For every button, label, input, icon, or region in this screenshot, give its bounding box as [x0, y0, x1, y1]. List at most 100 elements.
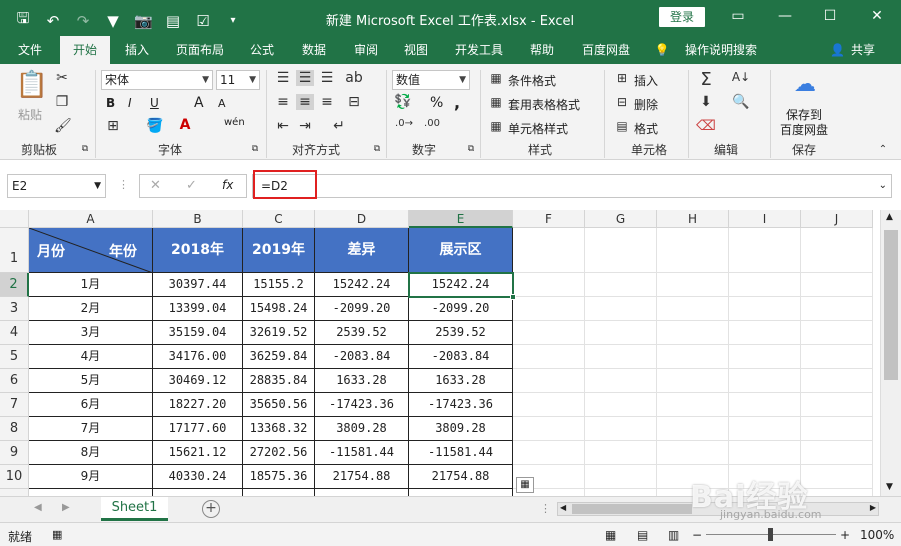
filter-icon[interactable]: ▼: [104, 12, 122, 30]
vertical-scroll-thumb[interactable]: [884, 230, 898, 380]
table-cell[interactable]: 15242.24: [315, 273, 409, 297]
col-header-d[interactable]: D: [315, 210, 409, 228]
empty-grid-area[interactable]: [513, 273, 873, 496]
table-cell[interactable]: 1633.28: [315, 369, 409, 393]
row-header-4[interactable]: 4: [0, 321, 29, 345]
table-cell[interactable]: 17177.60: [153, 417, 243, 441]
table-cell[interactable]: 40330.24: [153, 465, 243, 489]
table-cell[interactable]: 7月: [29, 417, 153, 441]
comma-button[interactable]: ,: [454, 93, 460, 112]
currency-icon[interactable]: 💱: [394, 94, 412, 110]
vertical-scrollbar[interactable]: ▲ ▼: [880, 210, 901, 496]
align-middle-icon[interactable]: ☰: [296, 70, 314, 86]
align-top-icon[interactable]: ☰: [274, 70, 292, 86]
table-cell[interactable]: [29, 489, 153, 496]
maximize-icon[interactable]: ☐: [821, 8, 839, 24]
paste-icon[interactable]: 📋: [14, 70, 50, 100]
name-box[interactable]: E2 ▼: [7, 174, 106, 198]
zoom-slider-thumb[interactable]: [768, 528, 773, 541]
tab-page-layout[interactable]: 页面布局: [170, 36, 230, 64]
baidu-pan-icon[interactable]: ☁: [790, 72, 820, 97]
empty-cell[interactable]: [513, 228, 585, 273]
font-size-combo[interactable]: 11 ▼: [216, 70, 260, 90]
percent-button[interactable]: %: [430, 95, 443, 111]
align-right-icon[interactable]: ≡: [318, 94, 336, 110]
orientation-icon[interactable]: ab: [344, 70, 364, 86]
redo-icon[interactable]: ↷: [74, 12, 92, 30]
merge-center-icon[interactable]: ⊟: [344, 94, 364, 110]
zoom-out-icon[interactable]: −: [692, 528, 702, 542]
table-cell[interactable]: 3月: [29, 321, 153, 345]
share-button[interactable]: 共享: [848, 36, 878, 64]
tab-insert[interactable]: 插入: [115, 36, 159, 64]
empty-cell[interactable]: [657, 228, 729, 273]
page-break-view-icon[interactable]: ▥: [668, 528, 679, 542]
table-cell[interactable]: -11581.44: [409, 441, 513, 465]
col-header-h[interactable]: H: [657, 210, 729, 228]
table-cell[interactable]: 35650.56: [243, 393, 315, 417]
col-header-g[interactable]: G: [585, 210, 657, 228]
fill-icon[interactable]: ⬇: [696, 94, 716, 110]
col-header-j[interactable]: J: [801, 210, 873, 228]
table-cell[interactable]: 2539.52: [315, 321, 409, 345]
table-cell[interactable]: 2月: [29, 297, 153, 321]
row-header-3[interactable]: 3: [0, 297, 29, 321]
font-name-combo[interactable]: 宋体 ▼: [101, 70, 213, 90]
table-cell[interactable]: 8月: [29, 441, 153, 465]
save-icon[interactable]: 🖫: [14, 8, 32, 33]
underline-button[interactable]: U: [150, 96, 159, 110]
table-cell[interactable]: 15155.2: [243, 273, 315, 297]
cell-styles-button[interactable]: 单元格样式: [508, 120, 568, 137]
tab-review[interactable]: 审阅: [346, 36, 386, 64]
tab-home[interactable]: 开始: [60, 36, 110, 64]
tab-baidu-pan[interactable]: 百度网盘: [574, 36, 638, 64]
row-header-1[interactable]: 1: [0, 228, 29, 273]
formula-input[interactable]: =D2 ⌄: [252, 174, 892, 198]
format-as-table-button[interactable]: 套用表格格式: [508, 96, 580, 113]
insert-cells-button[interactable]: 插入: [634, 72, 658, 89]
table-cell[interactable]: 30469.12: [153, 369, 243, 393]
font-launcher-icon[interactable]: ⧉: [250, 144, 260, 154]
table-cell[interactable]: -11581.44: [315, 441, 409, 465]
table-cell[interactable]: 21754.88: [409, 465, 513, 489]
header-cell-a1[interactable]: 月份 年份: [29, 228, 153, 273]
table-cell[interactable]: 15621.12: [153, 441, 243, 465]
increase-decimal-icon[interactable]: .0→: [394, 118, 414, 129]
grow-font-button[interactable]: A: [194, 95, 204, 111]
table-cell[interactable]: 6月: [29, 393, 153, 417]
horizontal-scroll-thumb[interactable]: [572, 504, 692, 514]
table-cell[interactable]: 2539.52: [409, 321, 513, 345]
row-header-8[interactable]: 8: [0, 417, 29, 441]
table-cell[interactable]: 30397.44: [153, 273, 243, 297]
table-cell[interactable]: 5月: [29, 369, 153, 393]
tab-file[interactable]: 文件: [10, 36, 50, 64]
header-cell-e1[interactable]: 展示区: [409, 228, 513, 273]
conditional-format-button[interactable]: 条件格式: [508, 72, 556, 89]
empty-cell[interactable]: [801, 228, 873, 273]
undo-icon[interactable]: ↶: [44, 12, 62, 30]
table-cell[interactable]: -2099.20: [409, 297, 513, 321]
border-icon[interactable]: ⊞: [104, 118, 122, 134]
copy-icon[interactable]: ❐: [54, 94, 70, 110]
table-cell[interactable]: 34176.00: [153, 345, 243, 369]
tab-view[interactable]: 视图: [396, 36, 436, 64]
row-header-11[interactable]: [0, 489, 29, 496]
phonetic-button[interactable]: wén: [224, 117, 245, 128]
table-cell[interactable]: 4月: [29, 345, 153, 369]
checkbox-icon[interactable]: ☑: [194, 12, 212, 30]
select-all-corner[interactable]: [0, 210, 29, 228]
bold-button[interactable]: B: [106, 96, 115, 110]
italic-button[interactable]: I: [128, 96, 132, 110]
shrink-font-button[interactable]: A: [218, 97, 226, 110]
cancel-icon[interactable]: ✕: [150, 178, 161, 193]
chevron-down-icon[interactable]: ▼: [94, 175, 101, 197]
delete-cells-button[interactable]: 删除: [634, 96, 658, 113]
row-header-2[interactable]: 2: [0, 273, 29, 297]
col-header-c[interactable]: C: [243, 210, 315, 228]
format-painter-icon[interactable]: 🖌: [54, 118, 72, 134]
col-header-f[interactable]: F: [513, 210, 585, 228]
table-cell[interactable]: 3809.28: [409, 417, 513, 441]
align-left-icon[interactable]: ≡: [274, 94, 292, 110]
row-header-7[interactable]: 7: [0, 393, 29, 417]
table-cell[interactable]: 18227.20: [153, 393, 243, 417]
